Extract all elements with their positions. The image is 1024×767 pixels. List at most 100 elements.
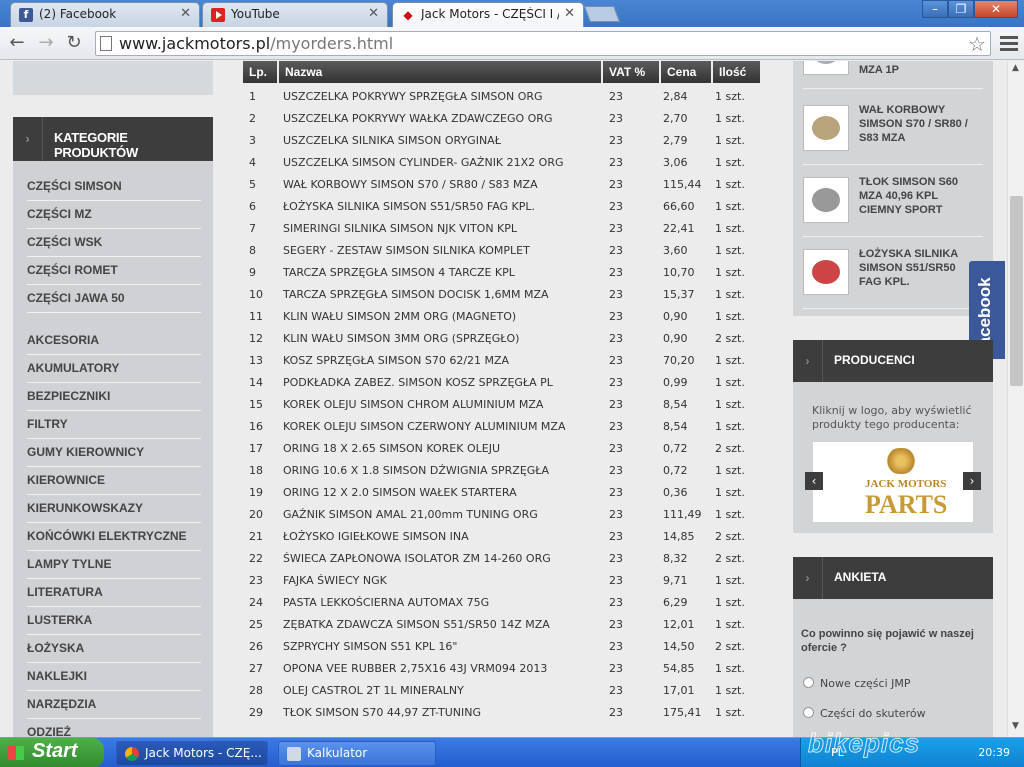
cell-vat: 23 xyxy=(609,332,623,345)
cell-vat: 23 xyxy=(609,376,623,389)
new-tab-button[interactable] xyxy=(584,6,620,22)
cell-lp: 25 xyxy=(249,618,263,631)
table-row: 27 OPONA VEE RUBBER 2,75X16 43J VRM094 20… xyxy=(243,657,760,679)
close-window-button[interactable]: ✕ xyxy=(974,0,1018,18)
product-thumbnail xyxy=(803,249,849,295)
category-item[interactable]: CZĘŚCI MZ xyxy=(27,201,201,229)
product-item[interactable]: TŁOK SIMSON S60 MZA 40,96 KPL CIEMNY SPO… xyxy=(803,169,983,237)
cell-price: 0,90 xyxy=(663,310,688,323)
close-tab-icon[interactable]: ✕ xyxy=(180,6,191,21)
product-item[interactable]: ŁOŻYSKA SILNIKA SIMSON S51/SR50 FAG KPL. xyxy=(803,241,983,309)
tab-jack-motors[interactable]: ◆ Jack Motors - CZĘŚCI I / ✕ xyxy=(392,2,584,27)
cell-vat: 23 xyxy=(609,266,623,279)
bookmark-star-icon[interactable]: ☆ xyxy=(968,32,986,56)
carousel-prev-button[interactable]: ‹ xyxy=(805,472,823,490)
category-item[interactable]: CZĘŚCI SIMSON xyxy=(27,173,201,201)
cell-qty: 1 szt. xyxy=(715,706,745,719)
cell-lp: 18 xyxy=(249,464,263,477)
product-item[interactable]: MZA 1P xyxy=(803,61,983,89)
category-item[interactable]: AKUMULATORY xyxy=(27,355,201,383)
column-header-vat: VAT % xyxy=(603,61,659,83)
producer-logo[interactable]: JACK MOTORS PARTS xyxy=(813,442,973,522)
scroll-down-icon[interactable]: ▼ xyxy=(1012,721,1019,731)
category-item[interactable]: NAKLEJKI xyxy=(27,663,201,691)
category-item[interactable]: ŁOŻYSKA xyxy=(27,635,201,663)
category-item[interactable]: CZĘŚCI WSK xyxy=(27,229,201,257)
category-item[interactable]: CZĘŚCI ROMET xyxy=(27,257,201,285)
product-item[interactable]: WAŁ KORBOWY SIMSON S70 / SR80 / S83 MZA xyxy=(803,97,983,165)
carousel-next-button[interactable]: › xyxy=(963,472,981,490)
radio-button[interactable] xyxy=(803,677,814,688)
poll-option[interactable]: Części do skuterów xyxy=(803,707,926,720)
close-tab-icon[interactable]: ✕ xyxy=(564,6,575,21)
category-item[interactable]: KIERUNKOWSKAZY xyxy=(27,495,201,523)
poll-option[interactable]: Nowe części JMP xyxy=(803,677,911,690)
tab-youtube[interactable]: YouTube ✕ xyxy=(202,2,388,27)
category-item[interactable]: LITERATURA xyxy=(27,579,201,607)
table-row: 29 TŁOK SIMSON S70 44,97 ZT-TUNING 23 175,4… xyxy=(243,701,760,723)
cell-name: ORING 18 X 2.65 SIMSON KOREK OLEJU xyxy=(283,442,500,455)
cell-lp: 12 xyxy=(249,332,263,345)
url-path: /myorders.html xyxy=(270,34,394,53)
cell-lp: 10 xyxy=(249,288,263,301)
cell-lp: 2 xyxy=(249,112,256,125)
cell-name: GAŹNIK SIMSON AMAL 21,00mm TUNING ORG xyxy=(283,508,538,521)
close-tab-icon[interactable]: ✕ xyxy=(368,6,379,21)
category-item[interactable]: BEZPIECZNIKI xyxy=(27,383,201,411)
cell-price: 0,72 xyxy=(663,464,688,477)
cell-vat: 23 xyxy=(609,618,623,631)
cell-name: USZCZELKA POKRYWY SPRZĘGŁA SIMSON ORG xyxy=(283,90,543,103)
cell-lp: 7 xyxy=(249,222,256,235)
category-item[interactable]: LUSTERKA xyxy=(27,607,201,635)
category-item[interactable]: KOŃCÓWKI ELEKTRYCZNE xyxy=(27,523,201,551)
category-item[interactable]: ODZIEŻ xyxy=(27,719,201,737)
cell-name: USZCZELKA SILNIKA SIMSON ORYGINAŁ xyxy=(283,134,501,147)
cell-price: 70,20 xyxy=(663,354,695,367)
producers-header: › PRODUCENCI xyxy=(793,340,993,382)
cell-qty: 1 szt. xyxy=(715,618,745,631)
cell-qty: 1 szt. xyxy=(715,90,745,103)
cell-price: 66,60 xyxy=(663,200,695,213)
scrollbar-thumb[interactable] xyxy=(1010,196,1023,386)
browser-toolbar: ← → ↻ www.jackmotors.pl/myorders.html ☆ xyxy=(0,27,1024,60)
cell-name: USZCZELKA SIMSON CYLINDER- GAŹNIK 21X2 O… xyxy=(283,156,564,169)
cell-price: 10,70 xyxy=(663,266,695,279)
product-thumbnail xyxy=(803,61,849,75)
cell-vat: 23 xyxy=(609,640,623,653)
minimize-button[interactable]: – xyxy=(922,0,948,18)
maximize-button[interactable]: ❐ xyxy=(948,0,974,18)
menu-icon[interactable] xyxy=(1000,33,1018,53)
radio-button[interactable] xyxy=(803,707,814,718)
tab-facebook[interactable]: f (2) Facebook ✕ xyxy=(10,2,200,27)
windows-flag-icon xyxy=(8,746,24,760)
table-row: 19 ORING 12 X 2.0 SIMSON WAŁEK STARTERA 23… xyxy=(243,481,760,503)
task-calculator[interactable]: Kalkulator xyxy=(278,741,436,766)
category-item[interactable]: AKCESORIA xyxy=(27,327,201,355)
address-bar[interactable]: www.jackmotors.pl/myorders.html ☆ xyxy=(95,31,991,56)
reload-button[interactable]: ↻ xyxy=(62,32,86,54)
cell-qty: 2 szt. xyxy=(715,552,745,565)
task-chrome[interactable]: Jack Motors - CZĘ... xyxy=(116,741,268,766)
cell-qty: 1 szt. xyxy=(715,596,745,609)
vertical-scrollbar[interactable]: ▲ ▼ xyxy=(1007,61,1024,737)
cell-vat: 23 xyxy=(609,310,623,323)
table-row: 3 USZCZELKA SILNIKA SIMSON ORYGINAŁ 23 2,79… xyxy=(243,129,760,151)
category-item[interactable]: KIEROWNICE xyxy=(27,467,201,495)
table-row: 13 KOSZ SPRZĘGŁA SIMSON S70 62/21 MZA 23 70… xyxy=(243,349,760,371)
cell-vat: 23 xyxy=(609,552,623,565)
cell-lp: 19 xyxy=(249,486,263,499)
poll-option-label: Części do skuterów xyxy=(820,707,926,720)
cell-vat: 23 xyxy=(609,222,623,235)
category-item[interactable]: FILTRY xyxy=(27,411,201,439)
category-item[interactable]: GUMY KIEROWNICY xyxy=(27,439,201,467)
category-item[interactable]: CZĘŚCI JAWA 50 xyxy=(27,285,201,313)
back-button[interactable]: ← xyxy=(5,32,29,54)
category-item[interactable]: LAMPY TYLNE xyxy=(27,551,201,579)
category-item[interactable]: NARZĘDZIA xyxy=(27,691,201,719)
forward-button[interactable]: → xyxy=(34,32,58,54)
scroll-up-icon[interactable]: ▲ xyxy=(1012,63,1019,73)
clock[interactable]: 20:39 xyxy=(978,746,1010,759)
cell-name: OLEJ CASTROL 2T 1L MINERALNY xyxy=(283,684,464,697)
cell-price: 3,60 xyxy=(663,244,688,257)
start-button[interactable]: Start xyxy=(0,738,104,767)
